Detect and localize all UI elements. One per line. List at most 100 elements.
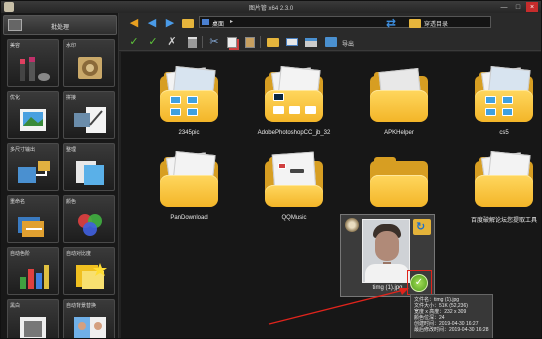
slideshow-icon[interactable] — [285, 35, 299, 49]
print-icon[interactable] — [304, 35, 318, 49]
image-thumbnail — [362, 219, 410, 283]
export-icon[interactable] — [324, 35, 338, 49]
up-level-icon[interactable]: ◀ — [127, 16, 141, 30]
tool-label: 自动背景替换 — [66, 303, 97, 309]
navigation-bar: ◀ ◀ ▶ 桌面 ▸ ⇄ 穿透目录 — [119, 13, 541, 33]
tools-icon[interactable]: ✗ — [165, 35, 179, 49]
folder-item[interactable]: 2345pic — [143, 60, 223, 140]
tool-beauty[interactable]: 美容 — [7, 39, 59, 87]
cosmetics-icon — [20, 57, 50, 81]
new-folder-icon[interactable] — [266, 35, 280, 49]
select-all-icon[interactable]: ✓ — [146, 35, 160, 49]
multisize-icon — [18, 161, 50, 183]
tool-organize[interactable]: 整理 — [63, 143, 115, 191]
tool-rename[interactable]: 重命名 — [7, 195, 59, 243]
folder-name: QQMusic — [281, 215, 307, 221]
contrast-icon — [76, 263, 107, 289]
folder-icon — [370, 151, 428, 207]
close-button[interactable]: × — [526, 2, 538, 12]
folder-tree-icon — [409, 18, 421, 28]
folder-item[interactable]: 百度破解论坛您提取工具 — [458, 145, 538, 225]
tool-label: 黑白 — [10, 303, 21, 309]
folder-item[interactable]: QQMusic — [248, 145, 328, 225]
tool-multisize-export[interactable]: 多尺寸输出 — [7, 143, 59, 191]
tool-optimize[interactable]: 优化 — [7, 91, 59, 139]
separator — [202, 36, 203, 48]
window-controls: — □ × — [498, 2, 538, 12]
tool-auto-bg-replace[interactable]: 自动背景替换 — [63, 299, 115, 338]
tool-label: 美容 — [10, 43, 21, 49]
rename-icon — [18, 217, 44, 237]
tool-label: 自动色阶 — [10, 251, 31, 257]
cut-scissors-icon[interactable]: ✂ — [207, 35, 221, 49]
delete-trash-icon[interactable] — [185, 35, 199, 49]
tool-label: 水印 — [66, 43, 77, 49]
title-bar: 图片管 x64 2.3.0 — □ × — [1, 1, 541, 13]
folder-item[interactable]: cs5 — [458, 60, 538, 140]
tooltip-modified: 最后修改时间：2019-04-30 16:28 — [414, 327, 489, 333]
folder-name: APKHelper — [384, 130, 414, 136]
folder-item[interactable]: AdobePhotoshopCC_jb_32 — [248, 60, 330, 140]
tool-label: 整理 — [66, 147, 77, 153]
stitch-icon — [74, 107, 106, 133]
folder-icon — [370, 66, 428, 122]
folder-icon — [265, 151, 323, 207]
refresh-icon[interactable]: ⇄ — [384, 16, 398, 30]
path-current: 桌面 — [212, 22, 225, 28]
batch-label: 批处理 — [50, 25, 69, 31]
tool-label: 颜色 — [66, 199, 77, 205]
organize-icon — [76, 161, 104, 185]
maximize-button[interactable]: □ — [512, 2, 524, 12]
portrait-bg-icon — [74, 317, 106, 338]
tool-label: 重命名 — [10, 199, 26, 205]
color-palette-icon — [78, 214, 102, 236]
app-window: 图片管 x64 2.3.0 — □ × 批处理 美容 水印 优化 拼接 多尺寸输… — [0, 0, 542, 339]
tool-stitch[interactable]: 拼接 — [63, 91, 115, 139]
tool-color[interactable]: 颜色 — [63, 195, 115, 243]
grayscale-photo-icon — [20, 317, 46, 338]
minimize-button[interactable]: — — [498, 2, 510, 12]
rotate-button[interactable]: ↻ — [413, 219, 431, 235]
file-info-tooltip: 文件名：timg (1).jpg 文件大小：51K (52,236) 宽度 x … — [410, 294, 493, 338]
folder-icon[interactable] — [181, 16, 195, 30]
export-label[interactable]: 导出 — [342, 39, 354, 48]
action-toolbar: ✓ ✓ ✗ ✂ 导出 — [119, 33, 541, 51]
separator — [260, 36, 261, 48]
rotate-icon: ↻ — [416, 221, 426, 233]
levels-chart-icon — [20, 265, 49, 289]
folder-icon — [160, 65, 218, 122]
select-check-icon[interactable]: ✓ — [127, 35, 141, 49]
tool-label: 自动对比度 — [66, 251, 92, 257]
folder-name: PanDownload — [170, 215, 208, 221]
paste-icon[interactable] — [243, 35, 257, 49]
folder-icon — [160, 150, 218, 207]
tool-label: 优化 — [10, 95, 21, 101]
folder-item[interactable]: APKHelper — [353, 60, 433, 140]
tool-black-white[interactable]: 黑白 — [7, 299, 59, 338]
folder-icon — [475, 150, 533, 207]
tool-auto-levels[interactable]: 自动色阶 — [7, 247, 59, 295]
folder-icon — [265, 65, 323, 122]
folder-name: 百度破解论坛您提取工具 — [470, 218, 537, 224]
tool-label: 多尺寸输出 — [10, 147, 36, 153]
folder-icon — [475, 65, 533, 122]
forward-arrow-icon[interactable]: ▶ — [163, 16, 177, 30]
desktop-icon — [202, 19, 209, 25]
folder-item[interactable]: 上传图片 — [353, 145, 433, 225]
tool-label: 拼接 — [66, 95, 77, 101]
folder-item[interactable]: PanDownload — [143, 145, 223, 225]
browse-label: 穿透目录 — [424, 21, 449, 28]
batch-process-button[interactable]: 批处理 — [3, 15, 117, 35]
folder-name: 2345pic — [178, 130, 200, 136]
image-type-badge-icon — [345, 218, 359, 232]
browse-subfolders-button[interactable]: 穿透目录 — [409, 16, 448, 30]
annotation-arrow — [268, 288, 409, 325]
folder-name: AdobePhotoshopCC_jb_32 — [257, 130, 331, 136]
back-arrow-icon[interactable]: ◀ — [145, 16, 159, 30]
optimize-photo-icon — [20, 109, 46, 131]
tool-auto-contrast[interactable]: 自动对比度 — [63, 247, 115, 295]
path-dropdown-icon[interactable]: ▸ — [230, 18, 233, 25]
copy-icon[interactable] — [225, 35, 239, 49]
watermark-stamp-icon — [78, 57, 102, 79]
tool-watermark[interactable]: 水印 — [63, 39, 115, 87]
